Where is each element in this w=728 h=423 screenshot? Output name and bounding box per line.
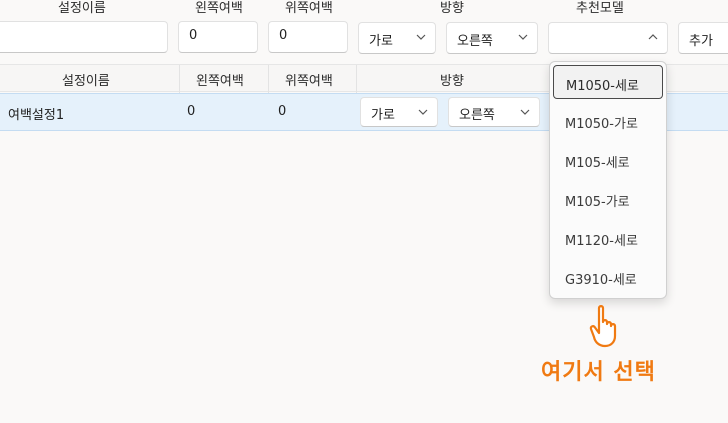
hand-pointer-icon	[589, 305, 617, 348]
direction-combo[interactable]: 오른쪽	[446, 22, 538, 54]
row-direction-combo[interactable]: 오른쪽	[448, 97, 540, 127]
orientation-combo[interactable]: 가로	[358, 22, 436, 54]
row-orientation-combo[interactable]: 가로	[360, 97, 438, 127]
setting-name-input[interactable]	[0, 21, 168, 53]
column-divider	[356, 65, 357, 93]
left-margin-label: 왼쪽여백	[195, 1, 243, 16]
column-header-direction[interactable]: 방향	[440, 70, 464, 89]
chevron-down-icon	[416, 34, 426, 40]
dropdown-option-m1050-portrait[interactable]: M1050-세로	[553, 65, 663, 99]
row-direction-value: 오른쪽	[459, 108, 495, 123]
direction-combo-value: 오른쪽	[457, 34, 493, 49]
row-orientation-value: 가로	[371, 108, 395, 123]
left-margin-input[interactable]: 0	[178, 21, 258, 53]
dropdown-option-g3910-portrait[interactable]: G3910-세로	[553, 260, 663, 294]
callout-text: 여기서 선택	[541, 360, 656, 385]
dropdown-option-m105-landscape[interactable]: M105-가로	[553, 182, 663, 216]
chevron-down-icon	[520, 109, 530, 115]
chevron-up-icon	[648, 34, 658, 40]
chevron-down-icon	[518, 34, 528, 40]
setting-name-label: 설정이름	[58, 1, 106, 16]
recommended-model-dropdown: M1050-세로 M1050-가로 M105-세로 M105-가로 M1120-…	[549, 61, 667, 299]
cell-left-margin: 0	[187, 104, 196, 119]
top-margin-label: 위쪽여백	[285, 1, 333, 16]
column-header-top-margin[interactable]: 위쪽여백	[285, 70, 333, 89]
direction-label: 방향	[440, 1, 464, 16]
dropdown-option-m1050-landscape[interactable]: M1050-가로	[553, 104, 663, 138]
recommended-model-combo[interactable]	[548, 22, 668, 54]
dropdown-option-m1120-portrait[interactable]: M1120-세로	[553, 221, 663, 255]
column-header-setting-name[interactable]: 설정이름	[62, 70, 110, 89]
recommended-model-label: 추천모델	[576, 1, 624, 16]
column-header-left-margin[interactable]: 왼쪽여백	[196, 70, 244, 89]
add-button[interactable]: 추가	[678, 22, 728, 54]
dropdown-option-m105-portrait[interactable]: M105-세로	[553, 143, 663, 177]
orientation-combo-value: 가로	[369, 34, 393, 49]
cell-top-margin: 0	[278, 104, 287, 119]
column-divider	[268, 65, 269, 93]
top-margin-input[interactable]: 0	[268, 21, 348, 53]
cell-setting-name: 여백설정1	[8, 108, 65, 123]
chevron-down-icon	[418, 109, 428, 115]
column-divider	[179, 65, 180, 93]
